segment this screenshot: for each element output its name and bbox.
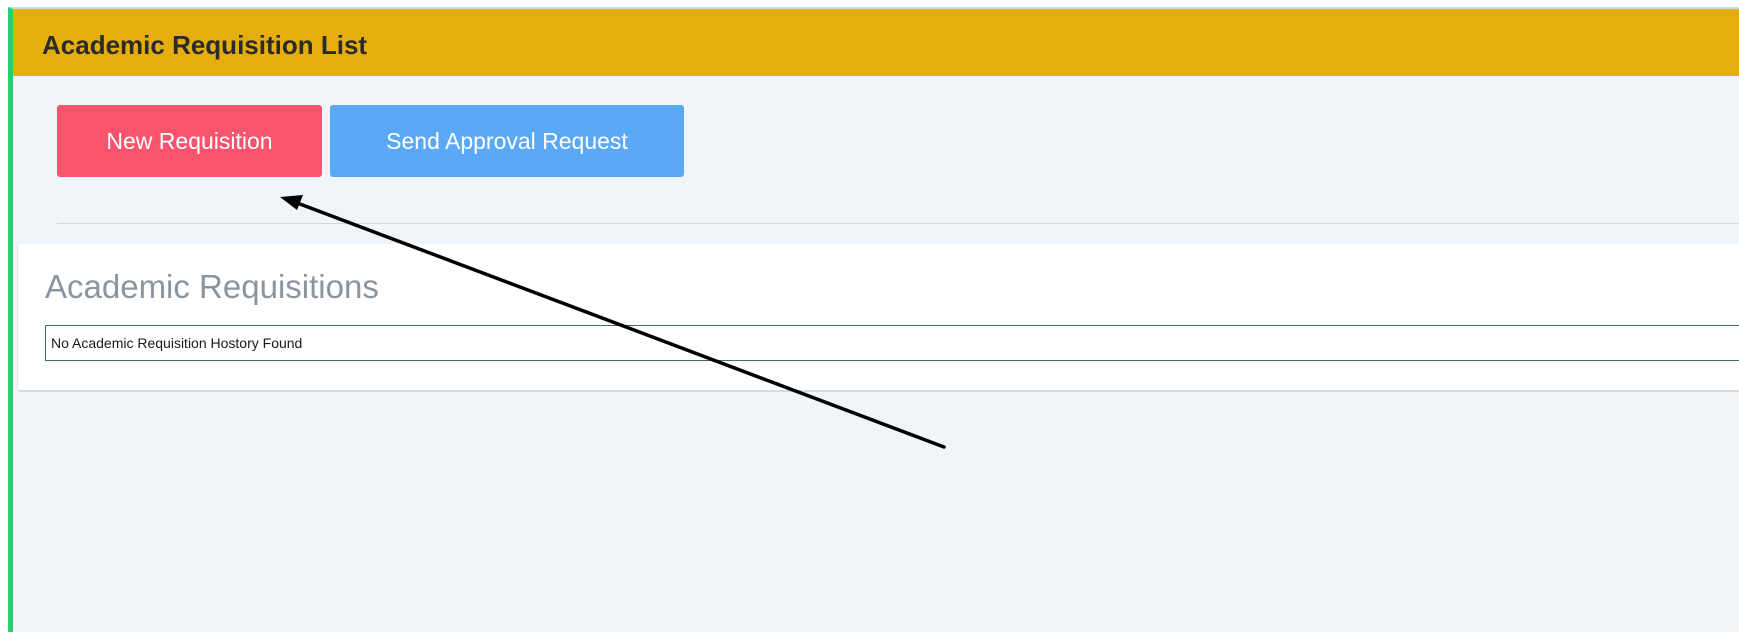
panel-header: Academic Requisition List (13, 9, 1739, 76)
empty-state-box: No Academic Requisition Hostory Found (45, 325, 1739, 361)
section-title: Academic Requisitions (45, 268, 379, 305)
screen: Academic Requisition List New Requisitio… (0, 0, 1739, 632)
toolbar-divider (57, 223, 1739, 224)
empty-state-message: No Academic Requisition Hostory Found (51, 335, 303, 351)
page-title: Academic Requisition List (42, 30, 368, 60)
send-approval-request-button[interactable]: Send Approval Request (330, 105, 684, 177)
new-requisition-button[interactable]: New Requisition (57, 105, 322, 177)
requisitions-section: Academic Requisitions No Academic Requis… (17, 244, 1739, 392)
